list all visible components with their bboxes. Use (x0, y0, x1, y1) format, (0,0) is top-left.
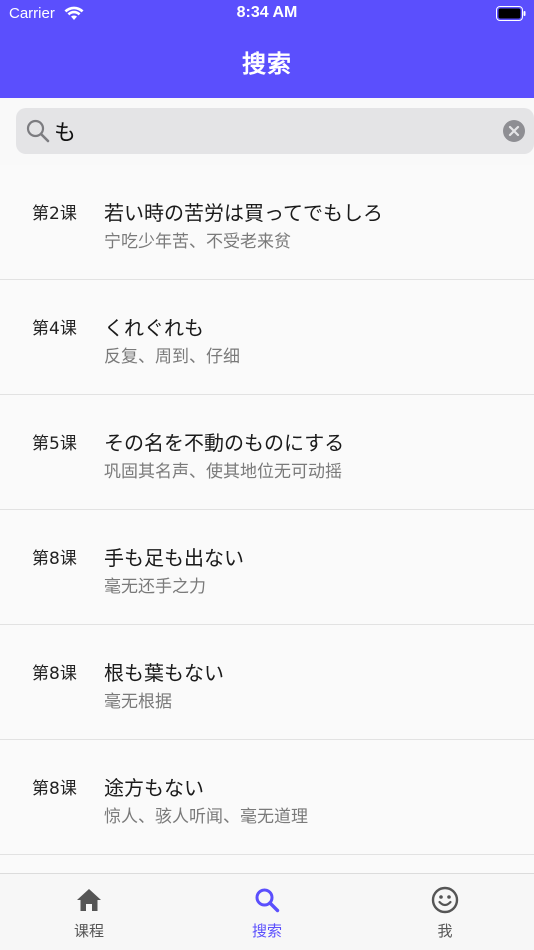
status-bar: Carrier 8:34 AM (0, 0, 534, 28)
search-input[interactable] (54, 108, 494, 154)
meaning-text: 巩固其名声、使其地位无可动摇 (104, 462, 342, 482)
search-icon (255, 888, 280, 913)
phrase-text: 若い時の苦労は買ってでもしろ (104, 201, 383, 225)
tab-me[interactable]: 我 (356, 874, 534, 950)
status-time: 8:34 AM (236, 4, 298, 21)
lesson-label: 第5课 (32, 434, 77, 454)
tab-bar: 课程 搜索 我 (0, 873, 534, 950)
phrase-text: 手も足も出ない (104, 546, 244, 570)
list-item[interactable]: 第5课 その名を不動のものにする 巩固其名声、使其地位无可动摇 (0, 395, 534, 510)
battery-icon (496, 6, 526, 21)
meaning-text: 毫无还手之力 (104, 577, 206, 597)
lesson-label: 第4课 (32, 319, 77, 339)
list-item[interactable]: 第4课 くれぐれも 反复、周到、仔细 (0, 280, 534, 395)
list-item[interactable]: 第2课 若い時の苦労は買ってでもしろ 宁吃少年苦、不受老来贫 (0, 165, 534, 280)
nav-header: Carrier 8:34 AM 搜索 (0, 0, 534, 98)
phrase-text: その名を不動のものにする (104, 431, 345, 455)
lesson-label: 第2课 (32, 204, 77, 224)
lesson-label: 第8课 (32, 549, 77, 569)
search-bar[interactable] (16, 108, 534, 154)
tab-courses[interactable]: 课程 (0, 874, 178, 950)
smiley-icon (431, 886, 459, 914)
list-item[interactable]: 第8课 手も足も出ない 毫无还手之力 (0, 510, 534, 625)
phrase-text: 根も葉もない (104, 661, 224, 685)
tab-label: 我 (437, 922, 453, 940)
home-icon (77, 889, 101, 911)
list-item[interactable]: 第8课 根も葉もない 毫无根据 (0, 625, 534, 740)
search-area (0, 98, 534, 165)
phrase-text: くれぐれも (104, 316, 204, 340)
meaning-text: 反复、周到、仔细 (104, 347, 240, 367)
meaning-text: 宁吃少年苦、不受老来贫 (104, 232, 291, 252)
lesson-label: 第8课 (32, 779, 77, 799)
meaning-text: 惊人、骇人听闻、毫无道理 (104, 807, 308, 827)
search-icon (26, 119, 50, 143)
list-item[interactable]: 第8课 途方もない 惊人、骇人听闻、毫无道理 (0, 740, 534, 855)
close-icon (508, 125, 520, 137)
lesson-label: 第8课 (32, 664, 77, 684)
phrase-text: 途方もない (104, 776, 204, 800)
page-title: 搜索 (242, 50, 292, 78)
tab-label: 课程 (73, 922, 104, 940)
results-list: 第2课 若い時の苦労は買ってでもしろ 宁吃少年苦、不受老来贫 第4课 くれぐれも… (0, 165, 534, 873)
tab-label: 搜索 (251, 922, 282, 940)
clear-search-button[interactable] (503, 120, 525, 142)
tab-search[interactable]: 搜索 (178, 874, 356, 950)
meaning-text: 毫无根据 (104, 692, 172, 712)
